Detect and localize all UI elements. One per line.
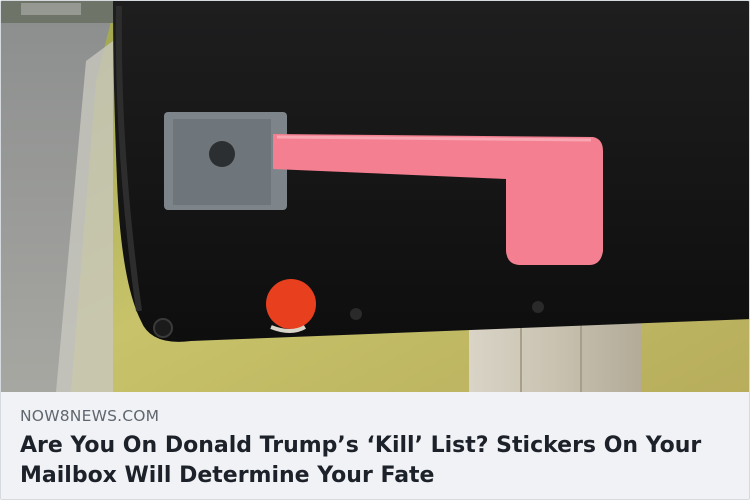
link-preview-card[interactable]: NOW8NEWS.COM Are You On Donald Trump’s ‘… bbox=[0, 0, 750, 500]
screw bbox=[153, 318, 173, 338]
article-headline[interactable]: Are You On Donald Trump’s ‘Kill’ List? S… bbox=[20, 431, 730, 491]
red-sticker bbox=[266, 279, 316, 329]
bracket-bolt bbox=[209, 141, 235, 167]
article-source: NOW8NEWS.COM bbox=[20, 407, 160, 425]
article-image[interactable] bbox=[1, 1, 750, 392]
wooden-post bbox=[469, 319, 641, 392]
link-preview-meta[interactable]: NOW8NEWS.COM Are You On Donald Trump’s ‘… bbox=[1, 392, 749, 499]
